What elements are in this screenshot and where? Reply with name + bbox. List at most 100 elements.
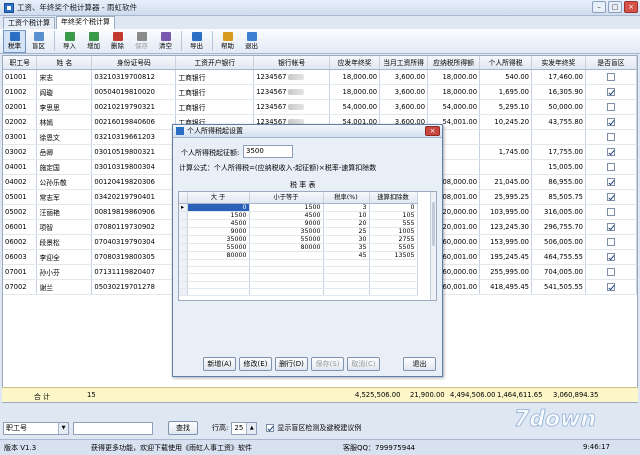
rate-table-grid[interactable]: 大 于小于等于 税率(%) 速算扣除数 ▸ 0 1500 3 0 1500 4500 10 105 4… (178, 191, 437, 301)
rate-cell[interactable]: 35000 (187, 235, 250, 244)
rate-cell[interactable]: 10 (323, 211, 370, 220)
table-cell[interactable]: 李迎全 (36, 249, 93, 265)
blind-zone-cell[interactable] (585, 279, 637, 295)
rate-cell[interactable] (369, 273, 418, 282)
rate-cell[interactable] (249, 266, 324, 275)
toolbar-import-button[interactable]: 导入 (58, 30, 81, 53)
table-cell[interactable]: 06001 (3, 219, 38, 235)
show-blind-zone-checkbox[interactable] (266, 424, 275, 432)
table-cell[interactable]: 02002 (3, 114, 38, 130)
save-button[interactable]: 保存(S) (311, 357, 344, 371)
rate-cell[interactable] (249, 251, 324, 260)
blind-zone-checkbox[interactable] (606, 162, 615, 171)
blind-zone-cell[interactable] (585, 69, 637, 85)
rate-cell[interactable]: 1005 (369, 227, 418, 236)
rate-cell[interactable]: 80000 (187, 251, 250, 260)
blind-zone-checkbox[interactable] (606, 207, 615, 216)
toolbar-add-button[interactable]: 增加 (82, 30, 105, 53)
blind-zone-checkbox[interactable] (606, 252, 615, 261)
blind-zone-cell[interactable] (585, 234, 637, 250)
column-header[interactable]: 应纳税所得额 (427, 56, 481, 70)
table-cell[interactable]: 50,000.00 (531, 99, 586, 115)
table-cell[interactable]: 宋志 (36, 69, 93, 85)
search-field-select[interactable]: 职工号 ▼ (3, 421, 69, 435)
rate-cell[interactable]: 4500 (249, 211, 324, 220)
table-cell[interactable]: 07001 (3, 264, 38, 280)
blind-zone-checkbox[interactable] (606, 282, 615, 291)
table-cell[interactable]: 18,000.00 (427, 84, 481, 100)
table-cell[interactable]: 3,600.00 (379, 69, 429, 85)
rate-cell[interactable] (187, 281, 250, 290)
table-cell[interactable]: 00120419820306 (91, 174, 177, 190)
rate-cell[interactable] (323, 273, 370, 282)
column-header[interactable]: 职工号 (3, 56, 38, 70)
table-cell[interactable]: 21,045.00 (479, 174, 533, 190)
table-cell[interactable]: 05030219701278 (91, 279, 177, 295)
blind-zone-cell[interactable] (585, 264, 637, 280)
table-cell[interactable]: 林嫣 (36, 114, 93, 130)
rate-row[interactable]: 1500 4500 10 105 (179, 211, 418, 220)
table-cell[interactable] (479, 129, 533, 145)
table-cell[interactable]: 03210319661203 (91, 129, 177, 145)
rate-cell[interactable]: 0 (369, 203, 418, 212)
rate-cell[interactable] (323, 259, 370, 267)
table-cell[interactable]: 03210319700812 (91, 69, 177, 85)
table-cell[interactable]: 03001 (3, 129, 38, 145)
table-cell[interactable]: 03010319800304 (91, 159, 177, 175)
blind-zone-checkbox[interactable] (606, 132, 615, 141)
table-cell[interactable]: 06002 (3, 234, 38, 250)
search-input[interactable] (73, 421, 153, 435)
rate-cell[interactable] (187, 288, 250, 297)
rate-row[interactable]: 9000 35000 25 1005 (179, 227, 418, 236)
rate-column-header[interactable]: 小于等于 (249, 192, 324, 204)
table-cell[interactable]: 43,755.80 (531, 114, 586, 130)
table-cell[interactable]: 296,755.70 (531, 219, 586, 235)
rate-cell[interactable]: 5505 (369, 243, 418, 252)
column-header[interactable]: 工资开户银行 (175, 56, 255, 70)
table-cell[interactable]: 00210219790321 (91, 99, 177, 115)
table-cell[interactable]: 00504019810020 (91, 84, 177, 100)
rate-cell[interactable]: 3 (323, 203, 370, 212)
rate-cell[interactable]: 9000 (187, 227, 250, 236)
rate-cell[interactable] (323, 266, 370, 275)
rate-cell[interactable] (369, 266, 418, 275)
table-cell[interactable]: 工商银行 (175, 84, 255, 100)
rate-cell[interactable] (369, 281, 418, 290)
blind-zone-cell[interactable] (585, 159, 637, 175)
table-cell[interactable]: 05002 (3, 204, 38, 220)
rate-cell[interactable]: 0 (187, 203, 250, 212)
rate-column-header[interactable]: 税率(%) (323, 192, 370, 204)
table-cell[interactable]: 153,995.00 (479, 234, 533, 250)
rate-cell[interactable]: 55000 (187, 243, 250, 252)
table-cell[interactable]: 10,245.20 (479, 114, 533, 130)
rate-cell[interactable] (369, 288, 418, 297)
table-cell[interactable]: 123,245.30 (479, 219, 533, 235)
table-cell[interactable]: 04001 (3, 159, 38, 175)
table-cell[interactable]: 17,755.00 (531, 144, 586, 160)
toolbar-clear-button[interactable]: 清空 (154, 30, 177, 53)
table-cell[interactable]: 17,460.00 (531, 69, 586, 85)
table-cell[interactable]: 195,245.45 (479, 249, 533, 265)
rate-row[interactable] (179, 266, 418, 275)
table-cell[interactable]: 85,505.75 (531, 189, 586, 205)
rate-column-header[interactable]: 大 于 (187, 192, 250, 204)
column-header[interactable]: 个人所得税 (479, 56, 533, 70)
table-row[interactable]: 01001 宋志 03210319700812 工商银行 1234567 18,000.0… (3, 69, 637, 85)
table-cell[interactable]: 07080119730902 (91, 219, 177, 235)
blind-zone-cell[interactable] (585, 174, 637, 190)
table-cell[interactable]: 1234567 (253, 99, 331, 115)
rate-cell[interactable] (187, 259, 250, 267)
rate-cell[interactable]: 555 (369, 219, 418, 228)
table-cell[interactable]: 86,955.00 (531, 174, 586, 190)
blind-zone-cell[interactable] (585, 99, 637, 115)
table-cell[interactable]: 公孙乐敬 (36, 174, 93, 190)
blind-zone-checkbox[interactable] (606, 267, 615, 276)
table-cell[interactable]: 谢兰 (36, 279, 93, 295)
table-cell[interactable]: 07131119820407 (91, 264, 177, 280)
blind-zone-checkbox[interactable] (606, 222, 615, 231)
toolbar-export-button[interactable]: 导出 (185, 30, 208, 53)
blind-zone-cell[interactable] (585, 129, 637, 145)
rate-cell[interactable]: 55000 (249, 235, 324, 244)
table-cell[interactable]: 18,000.00 (427, 69, 481, 85)
table-row[interactable]: 01002 阎璇 00504019810020 工商银行 1234567 18,000.0… (3, 84, 637, 100)
